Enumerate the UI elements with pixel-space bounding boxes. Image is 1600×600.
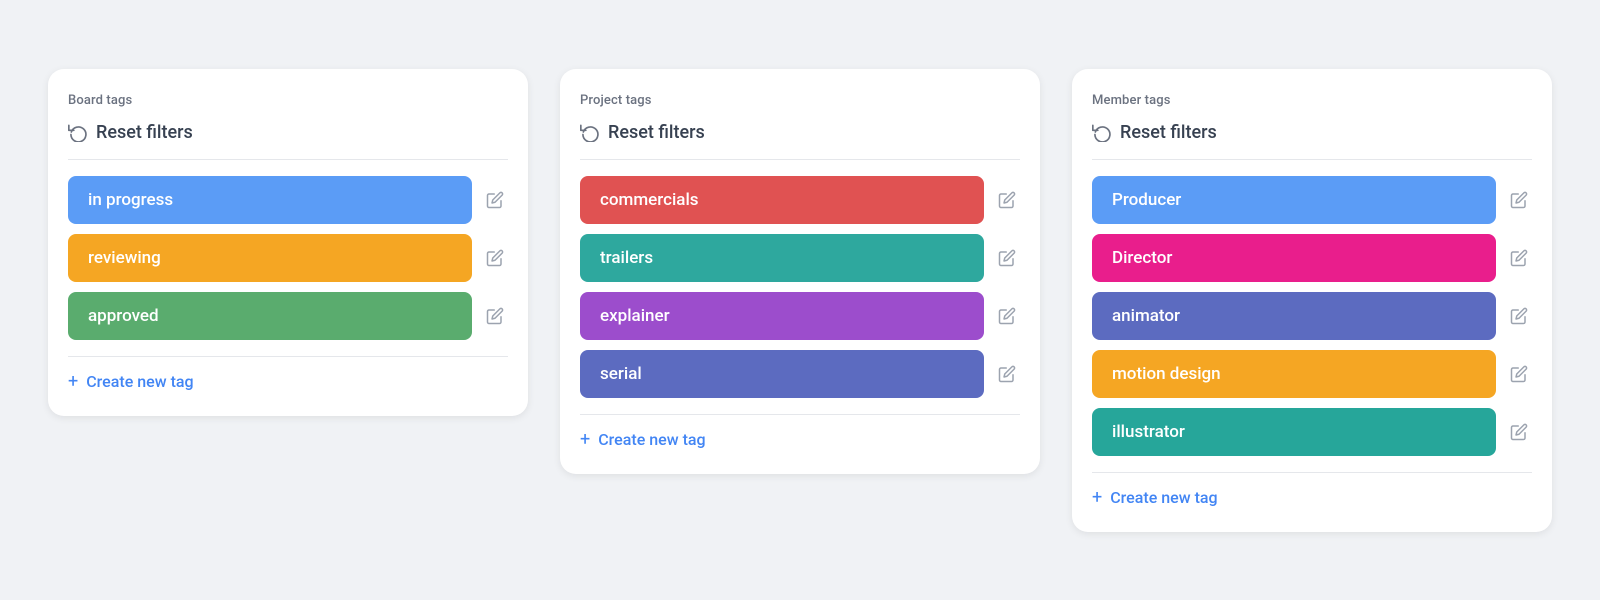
pencil-icon bbox=[1510, 365, 1528, 383]
plus-icon: + bbox=[68, 371, 78, 392]
tag-chip[interactable]: commercials bbox=[580, 176, 984, 224]
panel-title-board-tags: Board tags bbox=[68, 93, 508, 108]
reset-icon bbox=[1092, 122, 1112, 142]
tag-chip[interactable]: explainer bbox=[580, 292, 984, 340]
tag-row: explainer bbox=[580, 292, 1020, 340]
reset-icon bbox=[68, 122, 88, 142]
tag-chip[interactable]: animator bbox=[1092, 292, 1496, 340]
edit-tag-button[interactable] bbox=[1506, 419, 1532, 445]
tag-chip[interactable]: in progress bbox=[68, 176, 472, 224]
plus-icon: + bbox=[580, 429, 590, 450]
create-new-tag-member-tags[interactable]: + Create new tag bbox=[1092, 472, 1532, 508]
tag-chip[interactable]: Producer bbox=[1092, 176, 1496, 224]
pencil-icon bbox=[486, 249, 504, 267]
reset-filters-member-tags[interactable]: Reset filters bbox=[1092, 122, 1532, 160]
pencil-icon bbox=[998, 365, 1016, 383]
tag-row: motion design bbox=[1092, 350, 1532, 398]
pencil-icon bbox=[998, 249, 1016, 267]
tag-chip[interactable]: serial bbox=[580, 350, 984, 398]
tag-row: animator bbox=[1092, 292, 1532, 340]
edit-tag-button[interactable] bbox=[1506, 303, 1532, 329]
edit-tag-button[interactable] bbox=[482, 303, 508, 329]
tag-chip[interactable]: illustrator bbox=[1092, 408, 1496, 456]
tag-row: approved bbox=[68, 292, 508, 340]
edit-tag-button[interactable] bbox=[1506, 187, 1532, 213]
pencil-icon bbox=[1510, 191, 1528, 209]
reset-icon bbox=[580, 122, 600, 142]
tags-list-board-tags: in progress reviewing approved bbox=[68, 176, 508, 340]
edit-tag-button[interactable] bbox=[482, 245, 508, 271]
panel-title-project-tags: Project tags bbox=[580, 93, 1020, 108]
tag-chip[interactable]: trailers bbox=[580, 234, 984, 282]
tag-row: serial bbox=[580, 350, 1020, 398]
tag-row: Director bbox=[1092, 234, 1532, 282]
edit-tag-button[interactable] bbox=[1506, 245, 1532, 271]
tag-row: in progress bbox=[68, 176, 508, 224]
panel-board-tags: Board tags Reset filters in progress rev… bbox=[48, 69, 528, 416]
edit-tag-button[interactable] bbox=[1506, 361, 1532, 387]
tag-row: commercials bbox=[580, 176, 1020, 224]
tag-chip[interactable]: reviewing bbox=[68, 234, 472, 282]
edit-tag-button[interactable] bbox=[994, 361, 1020, 387]
pencil-icon bbox=[1510, 307, 1528, 325]
pencil-icon bbox=[998, 307, 1016, 325]
create-new-tag-label: Create new tag bbox=[1110, 488, 1217, 507]
create-new-tag-project-tags[interactable]: + Create new tag bbox=[580, 414, 1020, 450]
tag-chip[interactable]: Director bbox=[1092, 234, 1496, 282]
edit-tag-button[interactable] bbox=[994, 303, 1020, 329]
reset-label: Reset filters bbox=[96, 122, 193, 143]
plus-icon: + bbox=[1092, 487, 1102, 508]
tags-list-member-tags: Producer Director animator motion design bbox=[1092, 176, 1532, 456]
tag-row: trailers bbox=[580, 234, 1020, 282]
edit-tag-button[interactable] bbox=[994, 187, 1020, 213]
tags-list-project-tags: commercials trailers explainer serial bbox=[580, 176, 1020, 398]
pencil-icon bbox=[1510, 423, 1528, 441]
reset-label: Reset filters bbox=[1120, 122, 1217, 143]
reset-filters-board-tags[interactable]: Reset filters bbox=[68, 122, 508, 160]
panels-container: Board tags Reset filters in progress rev… bbox=[48, 69, 1552, 532]
pencil-icon bbox=[998, 191, 1016, 209]
tag-chip[interactable]: motion design bbox=[1092, 350, 1496, 398]
edit-tag-button[interactable] bbox=[482, 187, 508, 213]
create-new-tag-board-tags[interactable]: + Create new tag bbox=[68, 356, 508, 392]
panel-project-tags: Project tags Reset filters commercials t… bbox=[560, 69, 1040, 474]
reset-filters-project-tags[interactable]: Reset filters bbox=[580, 122, 1020, 160]
tag-row: Producer bbox=[1092, 176, 1532, 224]
tag-row: illustrator bbox=[1092, 408, 1532, 456]
pencil-icon bbox=[1510, 249, 1528, 267]
panel-member-tags: Member tags Reset filters Producer Direc… bbox=[1072, 69, 1552, 532]
pencil-icon bbox=[486, 191, 504, 209]
reset-label: Reset filters bbox=[608, 122, 705, 143]
edit-tag-button[interactable] bbox=[994, 245, 1020, 271]
panel-title-member-tags: Member tags bbox=[1092, 93, 1532, 108]
pencil-icon bbox=[486, 307, 504, 325]
create-new-tag-label: Create new tag bbox=[598, 430, 705, 449]
tag-chip[interactable]: approved bbox=[68, 292, 472, 340]
tag-row: reviewing bbox=[68, 234, 508, 282]
create-new-tag-label: Create new tag bbox=[86, 372, 193, 391]
